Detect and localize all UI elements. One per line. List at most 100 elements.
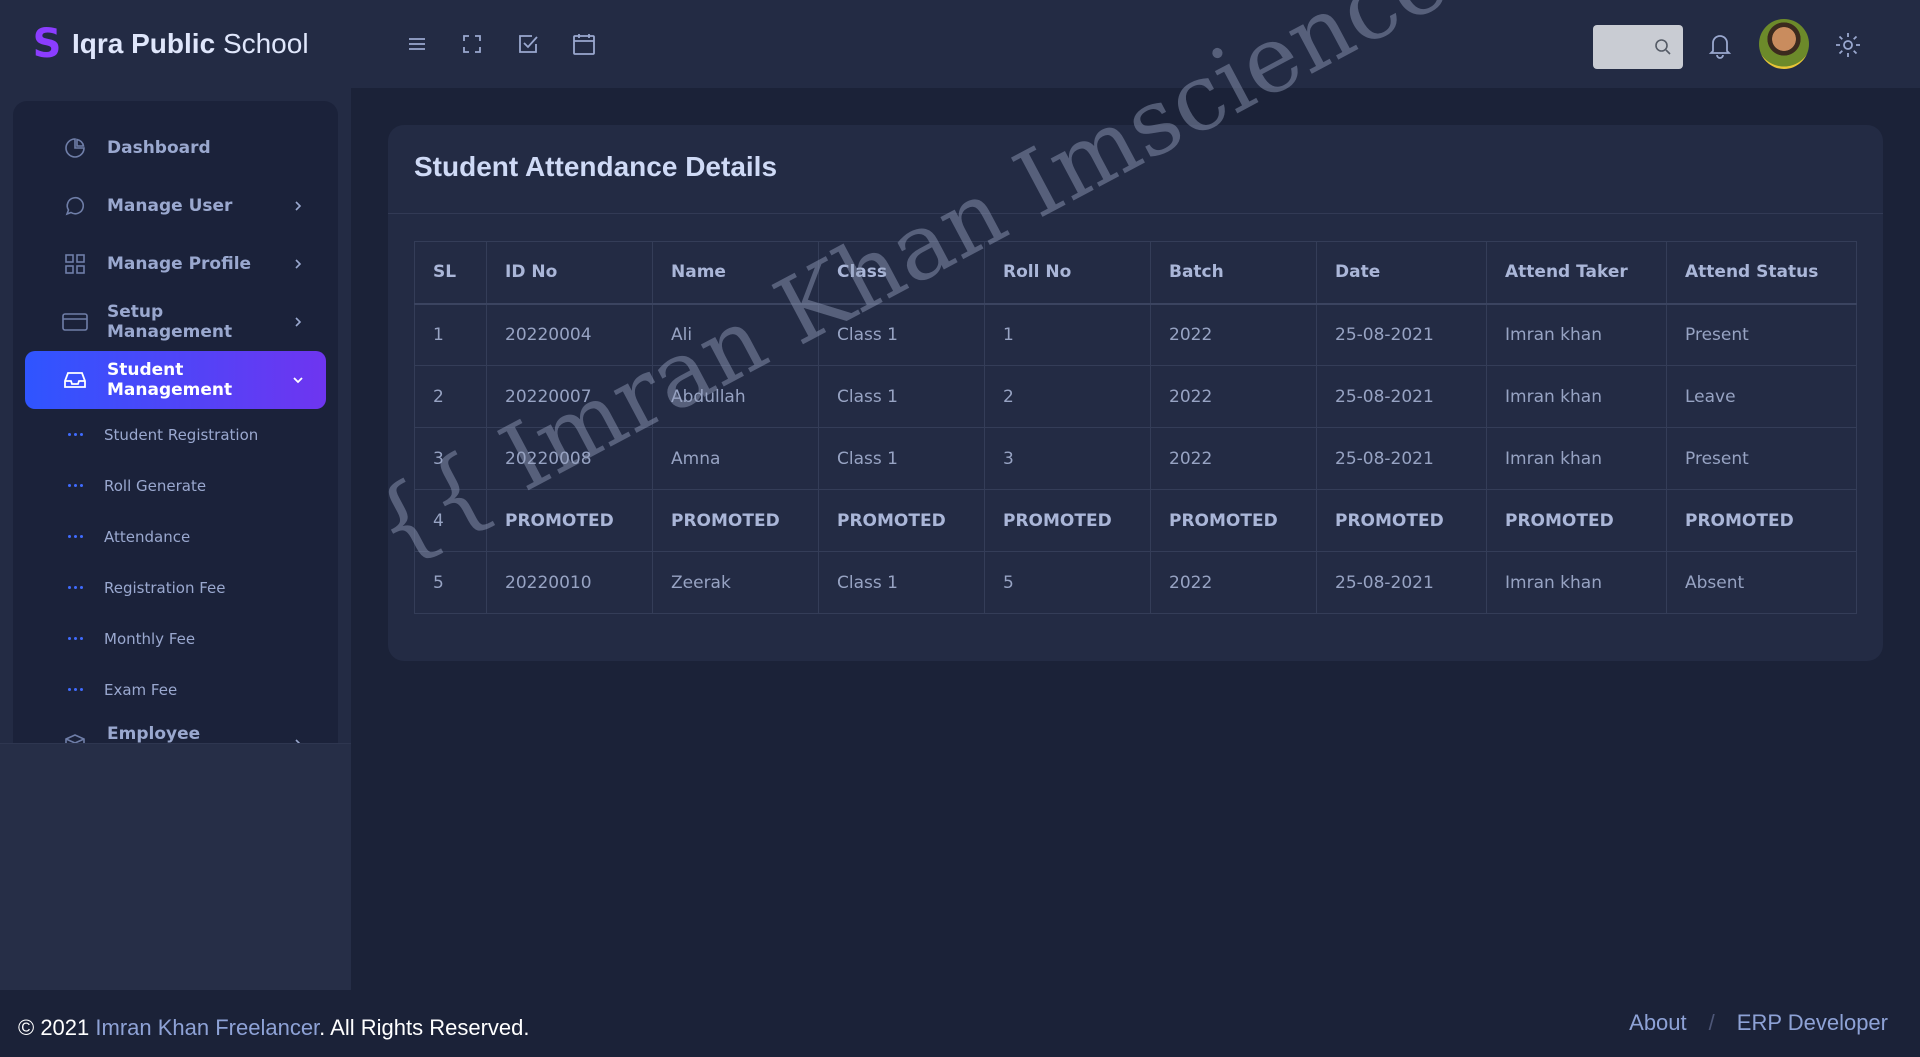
sidebar-item-student-management[interactable]: Student Management [25, 351, 326, 409]
attendance-card: Student Attendance Details SL ID No Name… [388, 125, 1883, 661]
submenu-item-monthly-fee[interactable]: Monthly Fee [13, 613, 338, 664]
submenu-item-attendance[interactable]: Attendance [13, 511, 338, 562]
copyright-suffix: . All Rights Reserved. [319, 1015, 530, 1040]
column-header[interactable]: Batch [1150, 241, 1317, 305]
sidebar-item-manage-profile[interactable]: Manage Profile [25, 235, 326, 293]
column-header[interactable]: Name [652, 241, 819, 305]
table-row: 4 PROMOTED PROMOTED PROMOTED PROMOTED PR… [414, 489, 1857, 552]
footer-link-about[interactable]: About [1629, 1010, 1687, 1036]
search-input[interactable] [1593, 25, 1653, 69]
chat-bubble-icon [61, 192, 89, 220]
submenu-item-label: Roll Generate [104, 476, 207, 495]
table-cell: 1 [414, 303, 487, 366]
brand[interactable]: S Iqra Public School [0, 0, 351, 88]
submenu-item-roll-generate[interactable]: Roll Generate [13, 460, 338, 511]
footer-copyright: © 2021 Imran Khan Freelancer. All Rights… [18, 1015, 529, 1041]
dots-icon [68, 586, 86, 589]
search-box [1593, 25, 1683, 69]
table-cell: 20220004 [486, 303, 653, 366]
table-row: 2 20220007 Abdullah Class 1 2 2022 25-08… [414, 365, 1857, 428]
pie-chart-icon [61, 134, 89, 162]
table-cell: PROMOTED [652, 489, 819, 552]
brand-name: Iqra Public School [72, 28, 309, 60]
student-management-submenu: Student Registration Roll Generate Atten… [13, 409, 338, 715]
table-cell: Abdullah [652, 365, 819, 428]
sidebar-item-dashboard[interactable]: Dashboard [25, 119, 326, 177]
table-cell: 20220008 [486, 427, 653, 490]
column-header[interactable]: Attend Status [1666, 241, 1857, 305]
top-bar [351, 0, 1920, 88]
table-cell: PROMOTED [1150, 489, 1317, 552]
brand-name-bold: Iqra Public [72, 28, 216, 59]
table-cell: 1 [984, 303, 1151, 366]
notification-bell-icon[interactable] [1705, 30, 1735, 60]
table-cell: Imran khan [1486, 551, 1667, 614]
gear-icon[interactable] [1833, 30, 1863, 60]
column-header[interactable]: SL [414, 241, 487, 305]
sidebar-item-label: Student Management [107, 360, 233, 400]
table-cell: Leave [1666, 365, 1857, 428]
table-cell: Present [1666, 303, 1857, 366]
table-cell: 5 [414, 551, 487, 614]
table-cell: 2 [984, 365, 1151, 428]
table-cell: PROMOTED [1486, 489, 1667, 552]
submenu-item-student-registration[interactable]: Student Registration [13, 409, 338, 460]
table-cell: 20220010 [486, 551, 653, 614]
table-cell: 25-08-2021 [1316, 365, 1487, 428]
calendar-icon[interactable] [570, 30, 598, 58]
sidebar-item-label: Manage Profile [107, 254, 252, 274]
sidebar-item-employee-management[interactable]: Employee Management [25, 715, 326, 743]
inbox-icon [61, 366, 89, 394]
table-cell: Imran khan [1486, 427, 1667, 490]
sidebar-menu: Dashboard Manage User Manage Profile Set… [13, 101, 338, 743]
sidebar-footer-area [0, 743, 351, 990]
footer-links: About / ERP Developer [1629, 1010, 1888, 1036]
table-cell: PROMOTED [1666, 489, 1857, 552]
table-cell: 4 [414, 489, 487, 552]
column-header[interactable]: Attend Taker [1486, 241, 1667, 305]
divider [388, 213, 1883, 214]
user-avatar[interactable] [1759, 19, 1809, 69]
menu-icon[interactable] [403, 30, 431, 58]
grid-icon [61, 250, 89, 278]
chevron-right-icon [288, 312, 308, 332]
checkbox-icon[interactable] [514, 30, 542, 58]
sidebar-item-label: Dashboard [107, 138, 211, 158]
company-link[interactable]: Imran Khan Freelancer [95, 1015, 319, 1040]
submenu-item-label: Exam Fee [104, 680, 178, 699]
table-cell: 2022 [1150, 303, 1317, 366]
table-cell: 2022 [1150, 427, 1317, 490]
chevron-down-icon [288, 370, 308, 390]
submenu-item-registration-fee[interactable]: Registration Fee [13, 562, 338, 613]
box-icon [61, 730, 89, 743]
footer-link-erp-developer[interactable]: ERP Developer [1737, 1010, 1888, 1036]
column-header[interactable]: Date [1316, 241, 1487, 305]
brand-name-light: School [222, 28, 309, 59]
dots-icon [68, 637, 86, 640]
table-cell: 25-08-2021 [1316, 551, 1487, 614]
column-header[interactable]: Roll No [984, 241, 1151, 305]
brand-logo: S [32, 21, 62, 67]
table-row: 1 20220004 Ali Class 1 1 2022 25-08-2021… [414, 303, 1857, 366]
table-cell: Class 1 [818, 365, 985, 428]
table-cell: PROMOTED [818, 489, 985, 552]
table-header-row: SL ID No Name Class Roll No Batch Date A… [414, 241, 1857, 305]
table-cell: 3 [414, 427, 487, 490]
column-header[interactable]: Class [818, 241, 985, 305]
search-icon[interactable] [1653, 37, 1673, 57]
table-cell: Ali [652, 303, 819, 366]
sidebar: S Iqra Public School Dashboard Manage Us… [0, 0, 351, 990]
sidebar-item-manage-user[interactable]: Manage User [25, 177, 326, 235]
sidebar-item-setup-management[interactable]: Setup Management [25, 293, 326, 351]
table-cell: Absent [1666, 551, 1857, 614]
table-cell: Zeerak [652, 551, 819, 614]
dots-icon [68, 433, 86, 436]
column-header[interactable]: ID No [486, 241, 653, 305]
table-cell: Class 1 [818, 303, 985, 366]
submenu-item-exam-fee[interactable]: Exam Fee [13, 664, 338, 715]
table-cell: 2022 [1150, 551, 1317, 614]
submenu-item-label: Monthly Fee [104, 629, 196, 648]
chevron-right-icon [288, 254, 308, 274]
fullscreen-icon[interactable] [458, 30, 486, 58]
sidebar-item-label: Employee Management [107, 724, 201, 743]
